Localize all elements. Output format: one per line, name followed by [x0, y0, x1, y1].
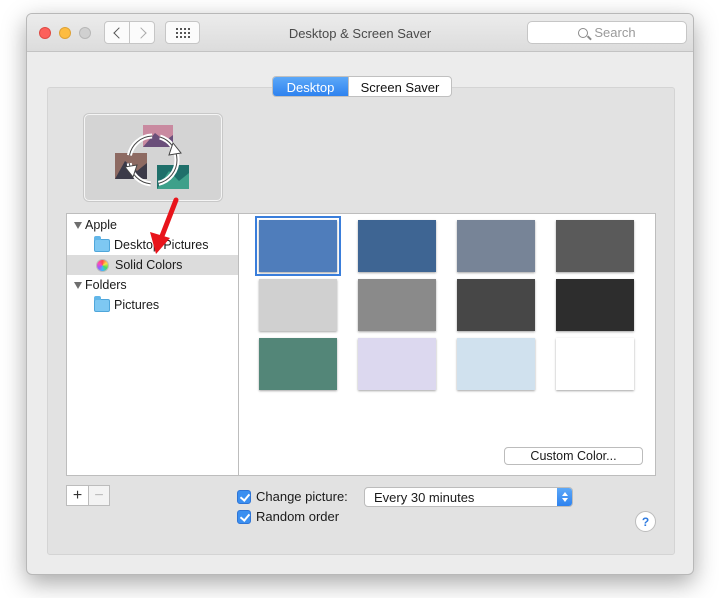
- interval-popup[interactable]: Every 30 minutes: [364, 487, 573, 507]
- sidebar-item-solid-colors[interactable]: Solid Colors: [67, 255, 238, 275]
- change-picture-label: Change picture:: [256, 489, 348, 504]
- random-order-label: Random order: [256, 509, 340, 524]
- color-swatch[interactable]: [556, 279, 634, 331]
- disclosure-triangle-icon[interactable]: [74, 281, 82, 289]
- add-folder-button[interactable]: +: [67, 486, 88, 505]
- preferences-window: Desktop & Screen Saver Search Desktop Sc…: [26, 13, 694, 575]
- rotating-pictures-icon: [115, 125, 189, 189]
- group-label: Folders: [85, 278, 127, 292]
- search-field[interactable]: Search: [527, 21, 687, 44]
- sidebar-item-label: Solid Colors: [115, 258, 183, 272]
- tab-screen-saver[interactable]: Screen Saver: [348, 77, 451, 96]
- change-picture-checkbox[interactable]: [237, 489, 251, 504]
- sidebar-item-label: Pictures: [114, 298, 160, 312]
- tab-control: Desktop Screen Saver: [272, 76, 452, 97]
- desktop-preview: [84, 114, 222, 201]
- disclosure-triangle-icon[interactable]: [74, 221, 82, 229]
- color-swatch[interactable]: [556, 338, 634, 390]
- color-swatch[interactable]: [457, 279, 535, 331]
- search-placeholder: Search: [594, 25, 636, 40]
- color-grid: Custom Color...: [238, 213, 656, 476]
- tab-desktop[interactable]: Desktop: [273, 77, 348, 96]
- search-icon: [578, 27, 589, 38]
- color-swatch[interactable]: [556, 220, 634, 272]
- color-swatch[interactable]: [358, 279, 436, 331]
- add-remove-control: + −: [66, 485, 110, 506]
- group-label: Apple: [85, 218, 117, 232]
- color-swatch[interactable]: [358, 220, 436, 272]
- color-swatch[interactable]: [255, 216, 341, 276]
- color-swatch[interactable]: [457, 338, 535, 390]
- annotation-arrow-icon: [150, 197, 179, 254]
- color-swatch[interactable]: [259, 279, 337, 331]
- popup-arrows-icon: [557, 488, 572, 506]
- color-swatch[interactable]: [358, 338, 436, 390]
- interval-value: Every 30 minutes: [374, 489, 475, 505]
- random-order-option[interactable]: Random order: [237, 509, 339, 524]
- group-folders[interactable]: Folders: [67, 275, 238, 295]
- color-wheel-icon: [96, 258, 109, 272]
- title-bar: Desktop & Screen Saver Search: [27, 14, 693, 52]
- pictures-folder-icon: [94, 295, 110, 312]
- remove-folder-button[interactable]: −: [88, 486, 109, 505]
- color-swatch[interactable]: [259, 338, 337, 390]
- custom-color-button[interactable]: Custom Color...: [504, 447, 643, 465]
- folder-icon: [94, 235, 110, 252]
- color-swatch[interactable]: [457, 220, 535, 272]
- change-picture-option[interactable]: Change picture:: [237, 489, 348, 504]
- random-order-checkbox[interactable]: [237, 509, 251, 524]
- sidebar-item-pictures[interactable]: Pictures: [67, 295, 238, 315]
- help-button[interactable]: ?: [635, 511, 656, 532]
